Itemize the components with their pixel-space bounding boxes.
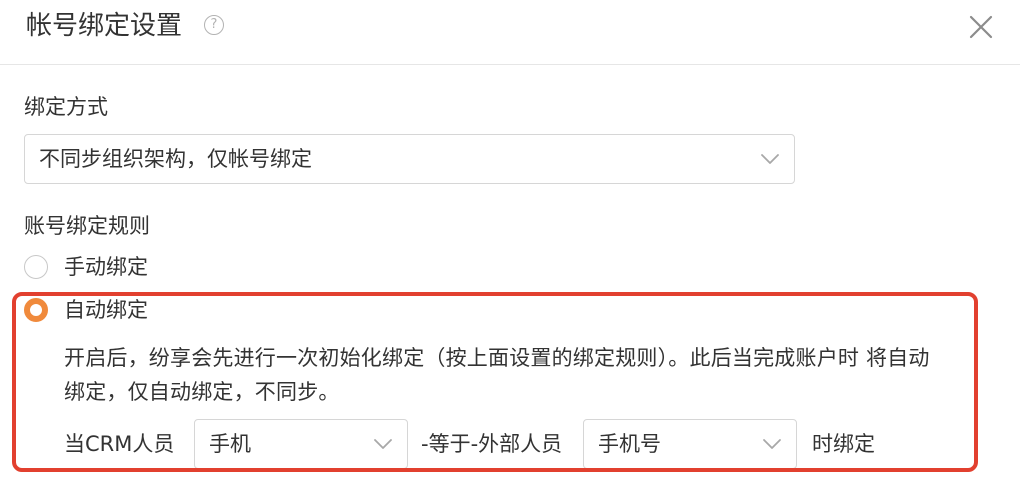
dialog-title: 帐号绑定设置 [26, 11, 183, 41]
account-binding-dialog: 帐号绑定设置 ? 绑定方式 不同步组织架构，仅帐号绑定 账号绑定规则 手动绑定 … [0, 0, 1020, 494]
manual-binding-radio[interactable] [24, 255, 48, 279]
chevron-down-icon [763, 439, 781, 449]
dialog-header: 帐号绑定设置 ? [0, 0, 1020, 65]
rule-suffix-text: 时绑定 [812, 432, 875, 456]
binding-method-select[interactable]: 不同步组织架构，仅帐号绑定 [24, 134, 795, 184]
description-line-2: 绑定，仅自动绑定，不同步。 [64, 380, 340, 404]
chevron-down-icon [374, 439, 392, 449]
chevron-down-icon [761, 154, 779, 164]
question-circle-icon[interactable]: ? [204, 15, 224, 35]
external-field-value: 手机号 [598, 432, 661, 456]
rule-middle-text: -等于-外部人员 [421, 432, 563, 456]
close-icon[interactable] [964, 10, 998, 44]
manual-binding-label[interactable]: 手动绑定 [64, 252, 148, 282]
auto-binding-label[interactable]: 自动绑定 [64, 295, 148, 325]
crm-field-value: 手机 [209, 432, 251, 456]
binding-method-value: 不同步组织架构，仅帐号绑定 [39, 147, 312, 171]
binding-method-label: 绑定方式 [24, 95, 108, 119]
binding-rule-label: 账号绑定规则 [24, 214, 150, 238]
rule-prefix-text: 当CRM人员 [64, 432, 175, 456]
auto-binding-radio[interactable] [24, 298, 48, 322]
auto-binding-description: 开启后，纷享会先进行一次初始化绑定（按上面设置的绑定规则）。此后当完成账户时 将… [64, 341, 976, 409]
description-line-1: 开启后，纷享会先进行一次初始化绑定（按上面设置的绑定规则）。此后当完成账户时 将… [64, 346, 930, 370]
crm-field-select[interactable]: 手机 [194, 419, 408, 469]
external-field-select[interactable]: 手机号 [583, 419, 797, 469]
